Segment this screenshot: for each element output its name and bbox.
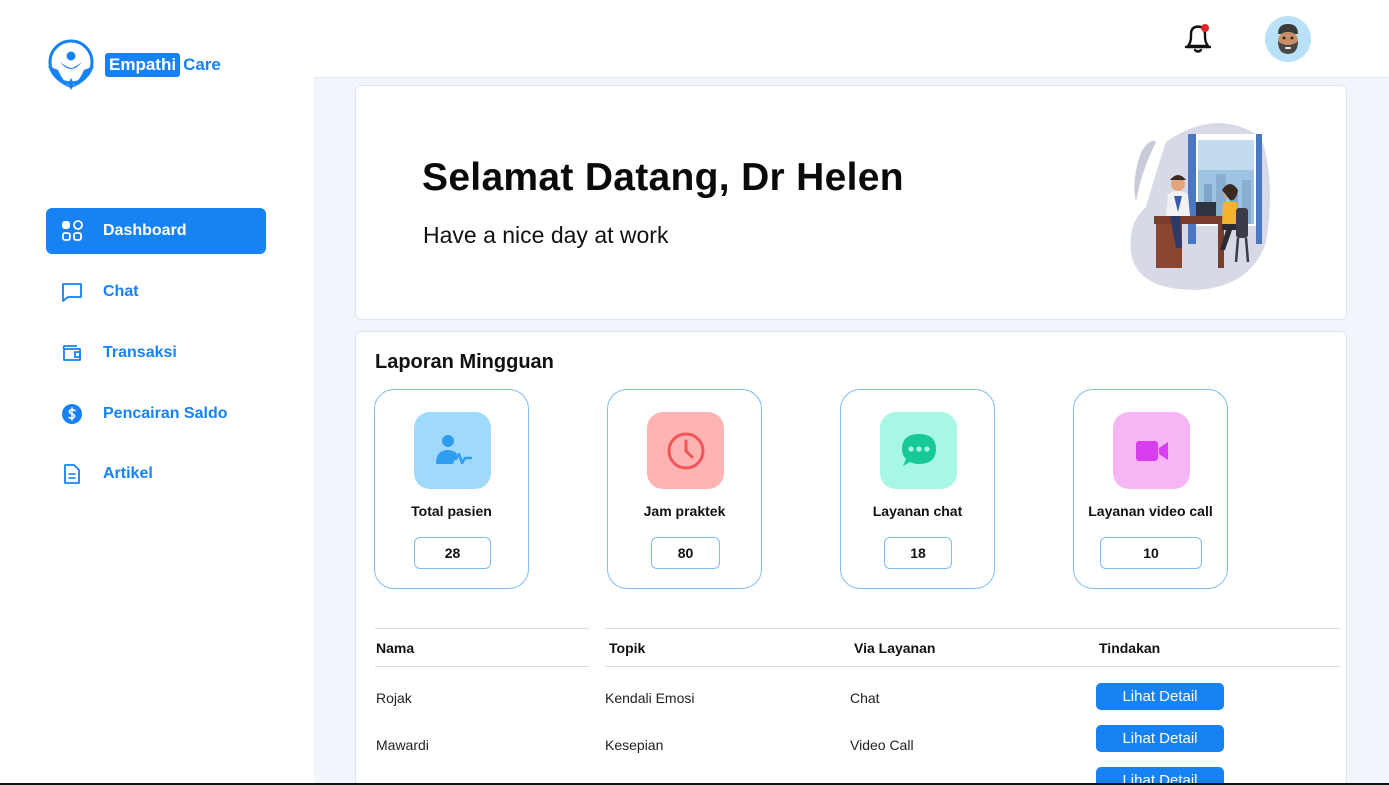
dollar-circle-icon <box>60 402 84 426</box>
bell-icon <box>1184 24 1212 53</box>
office-illustration <box>1130 123 1270 291</box>
cell-topik: Kendali Emosi <box>605 690 695 706</box>
stat-label: Layanan chat <box>872 503 963 519</box>
dashboard-grid-icon <box>60 219 84 243</box>
brand-logo[interactable]: Empathi Care <box>44 38 221 92</box>
sidebar-item-chat[interactable]: Chat <box>46 269 266 315</box>
stat-label: Jam praktek <box>643 503 726 519</box>
sidebar-item-label: Chat <box>103 283 139 300</box>
stat-card-layanan-video-call: Layanan video call 10 <box>1073 389 1228 589</box>
table-divider <box>375 666 589 667</box>
cell-topik: Kesepian <box>605 737 664 753</box>
stat-value: 10 <box>1100 537 1202 569</box>
cell-nama: Mawardi <box>376 737 429 753</box>
view-detail-button[interactable]: Lihat Detail <box>1096 683 1224 710</box>
wallet-icon <box>60 341 84 365</box>
view-detail-button[interactable]: Lihat Detail <box>1096 725 1224 752</box>
column-header-tindakan: Tindakan <box>1099 640 1161 656</box>
weekly-report-card: Laporan Mingguan Total pasien 28 Jam pra… <box>355 331 1347 785</box>
stat-label: Layanan video call <box>1088 503 1213 519</box>
brand-name-part2: Care <box>183 55 221 74</box>
welcome-card: Selamat Datang, Dr Helen Have a nice day… <box>355 85 1347 320</box>
sidebar-item-artikel[interactable]: Artikel <box>46 451 266 497</box>
brand-name-part1: Empathi <box>105 53 181 77</box>
stat-value: 28 <box>414 537 491 569</box>
welcome-title: Selamat Datang, Dr Helen <box>422 156 904 199</box>
clock-icon <box>647 412 724 489</box>
table-divider <box>605 666 1340 667</box>
avatar[interactable] <box>1265 16 1311 62</box>
stat-label: Total pasien <box>411 503 492 519</box>
welcome-subtitle: Have a nice day at work <box>423 222 669 248</box>
sidebar-item-pencairan-saldo[interactable]: Pencairan Saldo <box>46 391 266 437</box>
table-divider <box>375 628 589 629</box>
sidebar-item-transaksi[interactable]: Transaksi <box>46 330 266 376</box>
video-camera-icon <box>1113 412 1190 489</box>
column-header-nama: Nama <box>376 640 415 656</box>
stat-card-jam-praktek: Jam praktek 80 <box>607 389 762 589</box>
sidebar-item-label: Dashboard <box>103 222 187 239</box>
stat-value: 18 <box>884 537 952 569</box>
sidebar-item-label: Artikel <box>103 465 153 482</box>
patient-icon <box>414 412 491 489</box>
brand-name: Empathi Care <box>105 53 221 77</box>
stat-value: 80 <box>651 537 720 569</box>
column-header-via-layanan: Via Layanan <box>854 640 936 656</box>
cell-nama: Rojak <box>376 690 412 706</box>
user-avatar-icon <box>1265 16 1311 62</box>
sidebar-item-dashboard[interactable]: Dashboard <box>46 208 266 254</box>
top-header <box>314 0 1389 78</box>
chat-bubble-icon <box>60 280 84 304</box>
notification-dot-icon <box>1201 24 1209 32</box>
stat-card-layanan-chat: Layanan chat 18 <box>840 389 995 589</box>
column-header-topik: Topik <box>609 640 646 656</box>
table-divider <box>605 628 1340 629</box>
sidebar-item-label: Pencairan Saldo <box>103 405 228 422</box>
cell-via-layanan: Chat <box>850 690 880 706</box>
sidebar: Empathi Care Dashboard Chat Transaksi Pe… <box>0 0 314 785</box>
report-title: Laporan Mingguan <box>375 351 554 373</box>
stat-card-total-pasien: Total pasien 28 <box>374 389 529 589</box>
empathicare-logo-icon <box>48 39 94 90</box>
document-icon <box>60 462 84 486</box>
chat-dots-icon <box>880 412 957 489</box>
cell-via-layanan: Video Call <box>850 737 914 753</box>
notification-button[interactable] <box>1180 20 1216 56</box>
sidebar-item-label: Transaksi <box>103 344 177 361</box>
